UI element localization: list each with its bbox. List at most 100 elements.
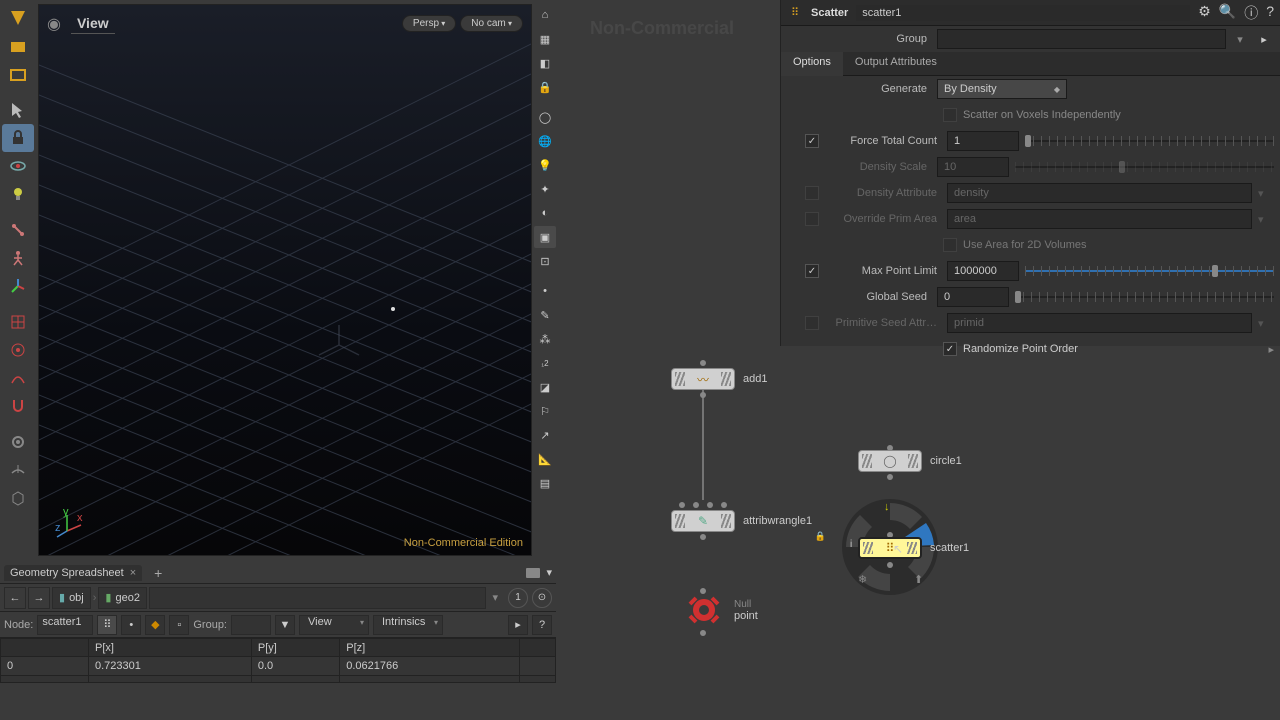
display-brush-icon[interactable]: ✎	[534, 304, 556, 326]
info-icon[interactable]: ⓘ	[1244, 3, 1258, 23]
add-tab-icon[interactable]: +	[148, 565, 168, 581]
display-mat-icon[interactable]: ◐	[534, 202, 556, 224]
override-prim-checkbox[interactable]	[805, 212, 819, 226]
col-idx[interactable]	[1, 639, 89, 657]
play-icon[interactable]: ▸	[508, 615, 528, 635]
panel-chip-icon[interactable]	[526, 568, 540, 578]
display-ruler-icon[interactable]: 📐	[534, 448, 556, 470]
tool-magnet[interactable]	[2, 392, 34, 420]
display-num-icon[interactable]: ₁2	[534, 352, 556, 374]
path-geo[interactable]: ▮geo2	[98, 587, 147, 609]
detail-mode-icon[interactable]: ▫	[169, 615, 189, 635]
display-home-icon[interactable]: ⌂	[534, 4, 556, 26]
node-graph[interactable]: 〰 add1 ✎ attribwrangle1 ◯ circle1 i ↓ ❄ …	[560, 350, 1280, 720]
forward-icon[interactable]: →	[28, 587, 50, 609]
force-count-slider[interactable]	[1025, 131, 1274, 151]
verts-mode-icon[interactable]: •	[121, 615, 141, 635]
tool-snap-curve[interactable]	[2, 364, 34, 392]
panel-menu-icon[interactable]: ▾	[546, 566, 552, 579]
global-seed-field[interactable]: 0	[937, 287, 1009, 307]
display-lock-icon[interactable]: 🔒	[534, 76, 556, 98]
upload-icon[interactable]: ⬆	[914, 573, 923, 586]
path-input[interactable]	[149, 587, 487, 609]
display-globe-icon[interactable]: 🌐	[534, 130, 556, 152]
force-count-checkbox[interactable]	[805, 134, 819, 148]
tab-output-attributes[interactable]: Output Attributes	[843, 52, 949, 75]
tool-arrow[interactable]	[2, 96, 34, 124]
tool-box[interactable]	[2, 484, 34, 512]
group-param-field[interactable]	[937, 29, 1226, 49]
expand-icon[interactable]: ▸	[1268, 343, 1274, 356]
display-shade-icon[interactable]: ▣	[534, 226, 556, 248]
gear-icon[interactable]: ⚙	[1198, 3, 1211, 23]
group-field[interactable]	[231, 615, 271, 635]
display-hq-icon[interactable]: ✦	[534, 178, 556, 200]
col-px[interactable]: P[x]	[89, 639, 252, 657]
path-obj[interactable]: ▮obj	[52, 587, 91, 609]
camera-dropdown[interactable]: No cam	[460, 15, 523, 32]
tab-options[interactable]: Options	[781, 52, 843, 76]
randomize-checkbox[interactable]	[943, 342, 957, 356]
search-icon[interactable]: 🔍	[1219, 3, 1236, 23]
col-pz[interactable]: P[z]	[340, 639, 520, 657]
viewport-eye-icon[interactable]: ◉	[47, 14, 61, 34]
density-attr-checkbox[interactable]	[805, 186, 819, 200]
table-row[interactable]: 0 0.723301 0.0 0.0621766	[1, 657, 556, 676]
filter-icon[interactable]: ▼	[275, 615, 295, 635]
view-dropdown[interactable]: View	[299, 615, 369, 635]
pin-icon[interactable]: ⊙	[532, 588, 552, 608]
generate-dropdown[interactable]: By Density	[937, 79, 1067, 99]
tool-select-obj[interactable]	[2, 4, 34, 32]
node-circle1[interactable]: ◯ circle1	[858, 450, 962, 472]
display-ghost-icon[interactable]: ◯	[534, 106, 556, 128]
max-point-checkbox[interactable]	[805, 264, 819, 278]
force-count-field[interactable]: 1	[947, 131, 1019, 151]
display-mode-icon[interactable]: ▦	[534, 28, 556, 50]
help-icon[interactable]: ?	[1266, 3, 1274, 23]
back-icon[interactable]: ←	[4, 587, 26, 609]
tool-light[interactable]	[2, 180, 34, 208]
intrinsics-dropdown[interactable]: Intrinsics	[373, 615, 443, 635]
tool-bones[interactable]	[2, 216, 34, 244]
count-indicator[interactable]: 1	[508, 588, 528, 608]
tool-cplane[interactable]	[2, 456, 34, 484]
node-scatter1[interactable]: ⠿ scatter1	[858, 537, 969, 559]
prims-mode-icon[interactable]: ◆	[145, 615, 165, 635]
node-attribwrangle1[interactable]: ✎ attribwrangle1	[671, 510, 812, 532]
tool-snap-point[interactable]	[2, 336, 34, 364]
tool-settings[interactable]	[2, 428, 34, 456]
path-dropdown-icon[interactable]: ▾	[488, 591, 502, 604]
up-arrow-icon[interactable]: ↓	[884, 501, 890, 513]
display-opts-icon[interactable]: ▤	[534, 472, 556, 494]
col-py[interactable]: P[y]	[251, 639, 339, 657]
help-icon[interactable]: ?	[532, 615, 552, 635]
close-tab-icon[interactable]: ×	[130, 567, 136, 579]
display-point-icon[interactable]: •	[534, 280, 556, 302]
voxels-checkbox[interactable]	[943, 108, 957, 122]
spreadsheet-tab[interactable]: Geometry Spreadsheet ×	[4, 565, 142, 581]
display-xray-icon[interactable]: ⊡	[534, 250, 556, 272]
tool-lock[interactable]	[2, 124, 34, 152]
prim-seed-checkbox[interactable]	[805, 316, 819, 330]
display-eraser-icon[interactable]: ◪	[534, 376, 556, 398]
info-icon[interactable]: i	[850, 539, 852, 550]
snowflake-icon[interactable]: ❄	[858, 573, 867, 586]
display-flag-icon[interactable]: ⚐	[534, 400, 556, 422]
max-point-slider[interactable]	[1025, 261, 1274, 281]
viewport-3d[interactable]: ◉ View Persp No cam Non-Commercial Editi…	[38, 4, 532, 556]
node-name-field[interactable]: scatter1	[856, 5, 1190, 21]
max-point-field[interactable]: 1000000	[947, 261, 1019, 281]
display-selector-icon[interactable]: ◧	[534, 52, 556, 74]
tool-select-edge[interactable]	[2, 60, 34, 88]
node-null-point[interactable]: Null point	[682, 594, 758, 626]
display-wand-icon[interactable]: ⁂	[534, 328, 556, 350]
global-seed-slider[interactable]	[1015, 287, 1274, 307]
tool-axis[interactable]	[2, 272, 34, 300]
tool-select-face[interactable]	[2, 32, 34, 60]
display-bulb-icon[interactable]: 💡	[534, 154, 556, 176]
node-add1[interactable]: 〰 add1	[671, 368, 767, 390]
points-mode-icon[interactable]: ⠿	[97, 615, 117, 635]
persp-dropdown[interactable]: Persp	[402, 15, 456, 32]
display-normals-icon[interactable]: ↗	[534, 424, 556, 446]
group-dd-icon[interactable]: ▾	[1232, 33, 1248, 46]
